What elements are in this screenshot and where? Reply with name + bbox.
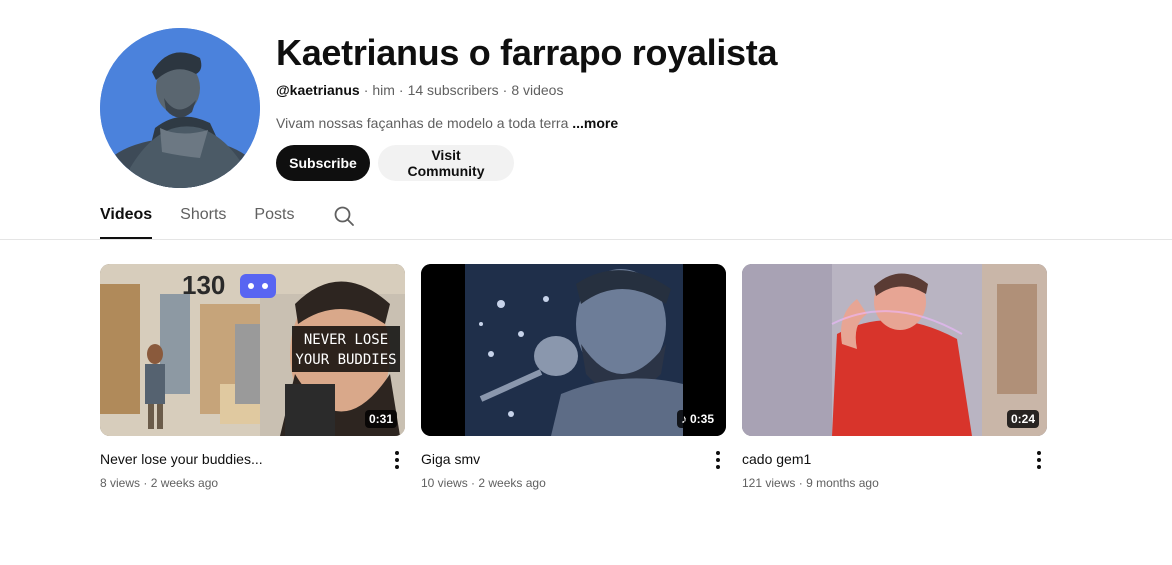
visit-community-button[interactable]: Visit Community [378, 145, 514, 181]
video-grid: 130 NEVER LOSE YOUR BUDDIES 0:31 Never l… [100, 264, 1047, 490]
video-meta: 8 views · 2 weeks ago [100, 476, 405, 490]
video-title[interactable]: Giga smv [421, 450, 691, 468]
thumb-number: 130 [182, 270, 225, 300]
view-count: 10 views [421, 476, 468, 490]
channel-header: Kaetrianus o farrapo royalista @kaetrian… [100, 28, 1100, 188]
duration-badge: 0:31 [364, 410, 397, 428]
video-details: cado gem1 121 views · 9 months ago [742, 450, 1047, 490]
duration-badge: 0:24 [1006, 410, 1039, 428]
meta-separator: · [502, 82, 508, 98]
more-link[interactable]: ...more [572, 115, 618, 131]
music-note-icon: ♪ [680, 412, 687, 426]
channel-description[interactable]: Vivam nossas façanhas de modelo a toda t… [276, 115, 777, 131]
channel-actions: Subscribe Visit Community [276, 145, 777, 181]
meta-separator: · [471, 476, 476, 490]
tabs-divider [0, 239, 1172, 240]
statue-image [100, 28, 260, 188]
channel-handle[interactable]: @kaetrianus [276, 82, 360, 98]
view-count: 121 views [742, 476, 796, 490]
thumbnail-image: 130 NEVER LOSE YOUR BUDDIES [100, 264, 405, 436]
channel-pronoun: him [372, 82, 395, 98]
channel-avatar[interactable] [100, 28, 260, 188]
tab-posts[interactable]: Posts [254, 200, 294, 239]
video-count: 8 videos [511, 82, 564, 98]
video-card[interactable]: 130 NEVER LOSE YOUR BUDDIES 0:31 Never l… [100, 264, 405, 490]
channel-info: Kaetrianus o farrapo royalista @kaetrian… [276, 28, 777, 181]
duration-text: 0:35 [689, 412, 714, 426]
video-card[interactable]: 0:24 cado gem1 121 views · 9 months ago [742, 264, 1047, 490]
search-icon[interactable] [332, 204, 356, 228]
video-meta: 121 views · 9 months ago [742, 476, 1047, 490]
more-vert-icon[interactable] [710, 450, 726, 470]
upload-age: 9 months ago [806, 476, 879, 490]
video-details: Never lose your buddies... 8 views · 2 w… [100, 450, 405, 490]
meta-separator: · [143, 476, 148, 490]
duration-text: 0:31 [368, 412, 393, 426]
channel-tabs: Videos Shorts Posts [100, 200, 356, 240]
subscribe-button[interactable]: Subscribe [276, 145, 370, 181]
description-text: Vivam nossas façanhas de modelo a toda t… [276, 115, 569, 131]
meta-separator: · [798, 476, 803, 490]
duration-text: 0:24 [1010, 412, 1035, 426]
meta-separator: · [363, 82, 369, 98]
tab-shorts[interactable]: Shorts [180, 200, 226, 239]
subscriber-count: 14 subscribers [407, 82, 499, 98]
video-thumbnail[interactable]: 0:24 [742, 264, 1047, 436]
channel-title: Kaetrianus o farrapo royalista [276, 32, 778, 73]
more-vert-icon[interactable] [1031, 450, 1047, 470]
thumbnail-image [742, 264, 1047, 436]
video-meta: 10 views · 2 weeks ago [421, 476, 726, 490]
video-thumbnail[interactable]: 130 NEVER LOSE YOUR BUDDIES 0:31 [100, 264, 405, 436]
video-details: Giga smv 10 views · 2 weeks ago [421, 450, 726, 490]
duration-badge: ♪ 0:35 [676, 410, 718, 428]
channel-meta: @kaetrianus · him · 14 subscribers · 8 videos [276, 82, 777, 98]
thumb-text-line1: NEVER LOSE [304, 332, 388, 348]
upload-age: 2 weeks ago [478, 476, 546, 490]
thumb-text-line2: YOUR BUDDIES [295, 352, 396, 368]
meta-separator: · [398, 82, 404, 98]
view-count: 8 views [100, 476, 141, 490]
tab-videos[interactable]: Videos [100, 200, 153, 239]
video-title[interactable]: cado gem1 [742, 450, 1012, 468]
video-title[interactable]: Never lose your buddies... [100, 450, 370, 468]
video-card[interactable]: ♪ 0:35 Giga smv 10 views · 2 weeks ago [421, 264, 726, 490]
more-vert-icon[interactable] [389, 450, 405, 470]
video-thumbnail[interactable]: ♪ 0:35 [421, 264, 726, 436]
upload-age: 2 weeks ago [150, 476, 219, 490]
